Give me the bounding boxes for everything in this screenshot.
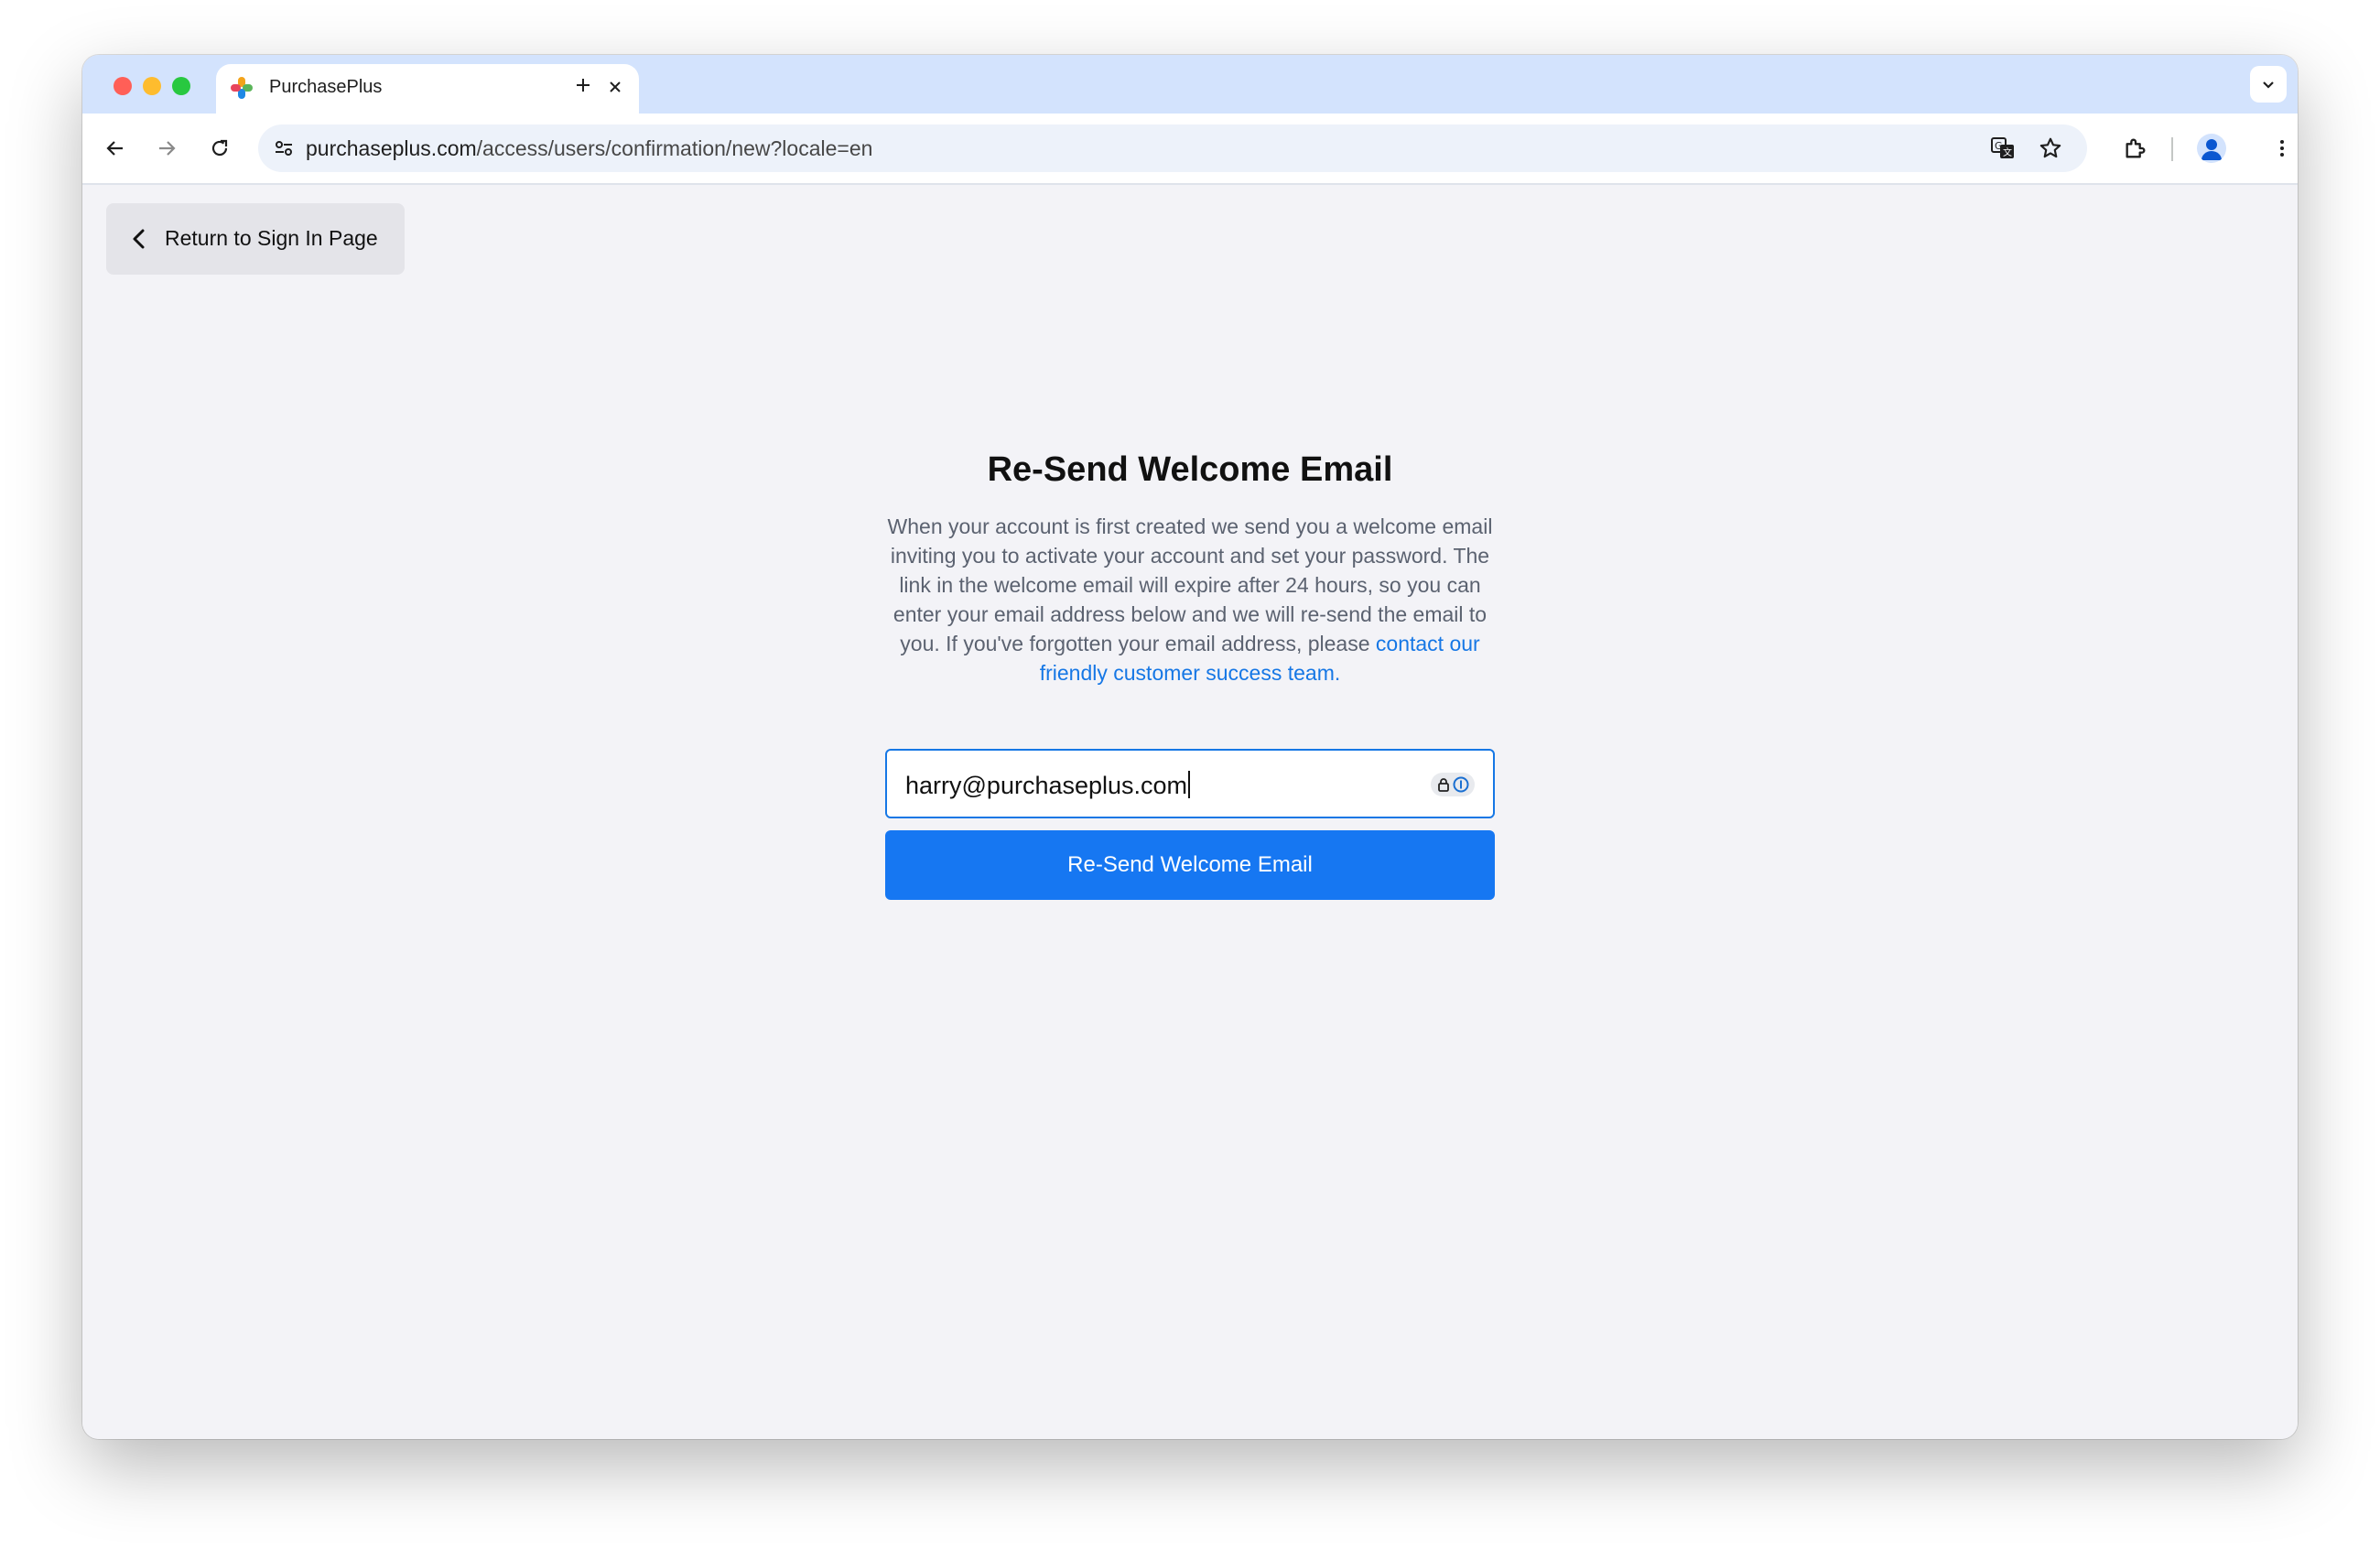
close-tab-icon[interactable] [602, 74, 628, 100]
tab-strip: PurchasePlus [82, 55, 2298, 114]
chevron-left-icon [126, 226, 152, 252]
profile-avatar-icon[interactable] [2197, 134, 2226, 163]
forward-arrow-icon[interactable] [149, 131, 184, 166]
url-text[interactable]: purchaseplus.com/access/users/confirmati… [306, 136, 872, 161]
purchaseplus-logo-icon [229, 75, 254, 101]
new-tab-icon[interactable] [568, 70, 599, 101]
browser-menu-icon[interactable] [2265, 131, 2298, 166]
password-manager-icon[interactable] [1431, 773, 1475, 796]
browser-toolbar: purchaseplus.com/access/users/confirmati… [82, 114, 2298, 185]
return-to-sign-in-label: Return to Sign In Page [165, 226, 378, 250]
minimize-window-button[interactable] [143, 77, 161, 95]
site-settings-icon[interactable] [267, 132, 300, 165]
tab-search-dropdown-icon[interactable] [2250, 66, 2287, 103]
url-path: /access/users/confirmation/new?locale=en [476, 136, 873, 160]
email-field[interactable]: harry@purchaseplus.com [885, 749, 1495, 818]
return-to-sign-in-button[interactable]: Return to Sign In Page [106, 203, 405, 275]
translate-icon[interactable]: G 文 [1986, 132, 2019, 165]
page-title: Re-Send Welcome Email [987, 450, 1393, 489]
address-bar[interactable]: purchaseplus.com/access/users/confirmati… [258, 124, 2087, 172]
toolbar-divider [2171, 137, 2173, 161]
zoom-window-button[interactable] [172, 77, 190, 95]
browser-window: PurchasePlus purchaseplus.com/access/use… [82, 55, 2298, 1439]
close-window-button[interactable] [114, 77, 132, 95]
text-caret [1188, 771, 1191, 798]
svg-text:文: 文 [2003, 146, 2012, 158]
reload-icon[interactable] [202, 131, 237, 166]
bookmark-star-icon[interactable] [2034, 132, 2067, 165]
resend-welcome-email-button[interactable]: Re-Send Welcome Email [885, 830, 1495, 900]
page-description: When your account is first created we se… [877, 512, 1503, 687]
extensions-puzzle-icon[interactable] [2118, 131, 2153, 166]
url-domain: purchaseplus.com [306, 136, 477, 160]
tab-title: PurchasePlus [269, 77, 383, 97]
page-content: Return to Sign In Page Re-Send Welcome E… [82, 185, 2298, 1439]
back-arrow-icon[interactable] [98, 131, 133, 166]
email-value: harry@purchaseplus.com [905, 771, 1191, 800]
